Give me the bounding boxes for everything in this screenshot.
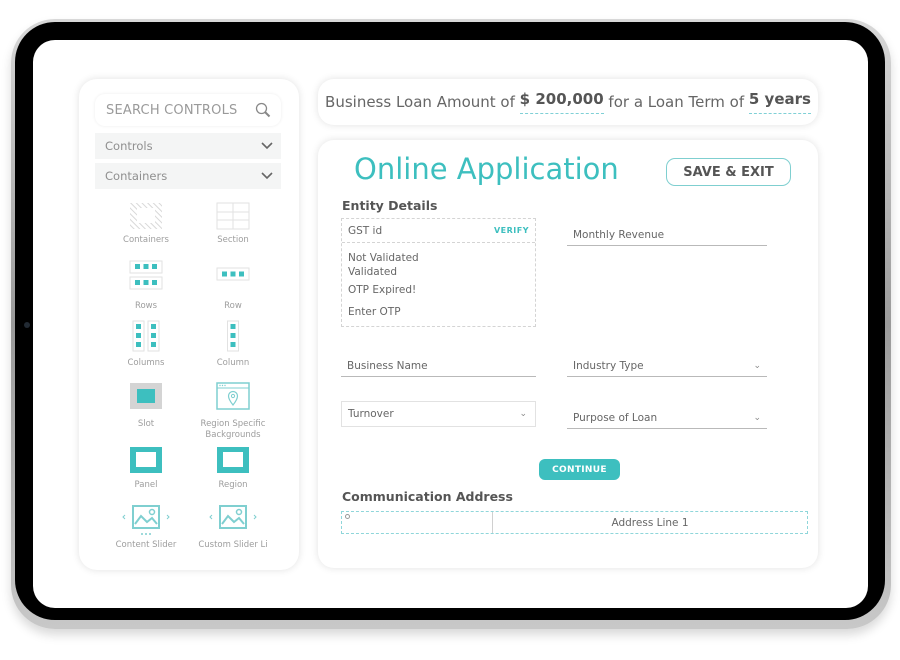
tile-section[interactable]: Section [183,202,283,246]
tile-label: Section [217,235,249,245]
accordion-controls[interactable]: Controls [95,133,281,159]
camera-dot [24,322,30,328]
page-title: Online Application [354,152,619,186]
tile-label: Columns [127,358,165,368]
column-icon [227,320,239,352]
application-card: Online Application SAVE & EXIT Entity De… [318,140,818,568]
industry-type-label: Industry Type [573,359,644,372]
tile-content-slider[interactable]: Content Slider [96,504,196,551]
search-box [95,94,281,126]
chevron-down-icon [261,172,273,180]
loan-summary-banner: Business Loan Amount of $ 200,000 for a … [318,79,818,125]
gst-id-field[interactable]: GST id VERIFY [342,219,535,243]
status-otp-expired: OTP Expired! [348,284,417,296]
containers-icon [130,203,162,229]
columns-icon [132,320,160,352]
tile-region[interactable]: Region [183,446,283,491]
slot-icon [130,383,162,409]
tile-slot[interactable]: Slot [96,382,196,430]
status-not-validated: Not Validated [348,252,419,264]
tile-containers[interactable]: Containers [96,202,196,246]
radio-icon[interactable] [345,514,350,519]
tile-label: Region [218,480,248,490]
tile-label: Column [216,358,250,368]
gst-id-label: GST id [348,224,383,237]
tile-label: Slot [137,419,155,429]
address-row: Address Line 1 [341,511,808,534]
tile-custom-slider[interactable]: Custom Slider Li [183,504,283,551]
chevron-down-icon: ⌄ [519,409,527,419]
tile-rows[interactable]: Rows [96,260,196,312]
accordion-containers[interactable]: Containers [95,163,281,189]
monthly-revenue-field[interactable]: Monthly Revenue [567,224,767,246]
purpose-of-loan-label: Purpose of Loan [573,411,658,424]
section-icon [216,202,250,230]
tile-region-backgrounds[interactable]: Region Specific Backgrounds [183,382,283,441]
banner-middle: for a Loan Term of [608,93,745,111]
address-line-1-field[interactable]: Address Line 1 [493,512,807,533]
purpose-of-loan-select[interactable]: Purpose of Loan ⌄ [567,407,767,429]
chevron-down-icon: ⌄ [753,412,761,423]
tile-label: Region Specific Backgrounds [200,419,266,440]
business-name-field[interactable]: Business Name [341,355,536,377]
tile-label: Row [224,301,242,311]
tile-label: Content Slider [115,540,177,550]
controls-panel: Controls Containers Containers Section [79,79,299,570]
tile-panel[interactable]: Panel [96,446,196,491]
tile-label: Containers [123,235,169,245]
tile-label: Rows [134,301,158,311]
chevron-down-icon [261,142,273,150]
business-name-label: Business Name [347,359,428,372]
gst-verification-box: GST id VERIFY Not Validated Validated OT… [341,218,536,327]
search-icon[interactable] [255,102,271,118]
search-controls-input[interactable] [106,102,246,118]
address-cell[interactable] [342,512,493,533]
enter-otp-field[interactable]: Enter OTP [348,306,401,318]
accordion-containers-label: Containers [105,169,168,183]
loan-term[interactable]: 5 years [748,90,811,114]
turnover-select[interactable]: Turnover ⌄ [341,401,536,427]
region-icon [217,447,249,473]
accordion-controls-label: Controls [105,139,153,153]
tile-label: Custom Slider Li [198,540,268,550]
tile-label: Panel [134,480,158,490]
verify-link[interactable]: VERIFY [494,226,529,235]
chevron-down-icon: ⌄ [753,360,761,371]
region-backgrounds-icon [216,382,250,410]
entity-details-heading: Entity Details [342,198,438,213]
rows-icon [129,260,163,290]
tile-column[interactable]: Column [183,320,283,369]
communication-address-heading: Communication Address [342,489,513,504]
monthly-revenue-label: Monthly Revenue [573,228,665,241]
turnover-label: Turnover [348,408,394,420]
content-slider-icon [122,505,170,535]
row-icon [216,267,250,281]
tile-row[interactable]: Row [183,260,283,312]
industry-type-select[interactable]: Industry Type ⌄ [567,355,767,377]
continue-button[interactable]: CONTINUE [539,459,620,480]
banner-prefix: Business Loan Amount of [325,93,515,111]
tile-columns[interactable]: Columns [96,320,196,369]
save-exit-button[interactable]: SAVE & EXIT [666,158,791,186]
loan-amount[interactable]: $ 200,000 [519,90,604,114]
custom-slider-icon [209,505,257,529]
status-validated: Validated [348,266,397,278]
address-line-1-label: Address Line 1 [611,516,689,529]
panel-icon [130,447,162,473]
